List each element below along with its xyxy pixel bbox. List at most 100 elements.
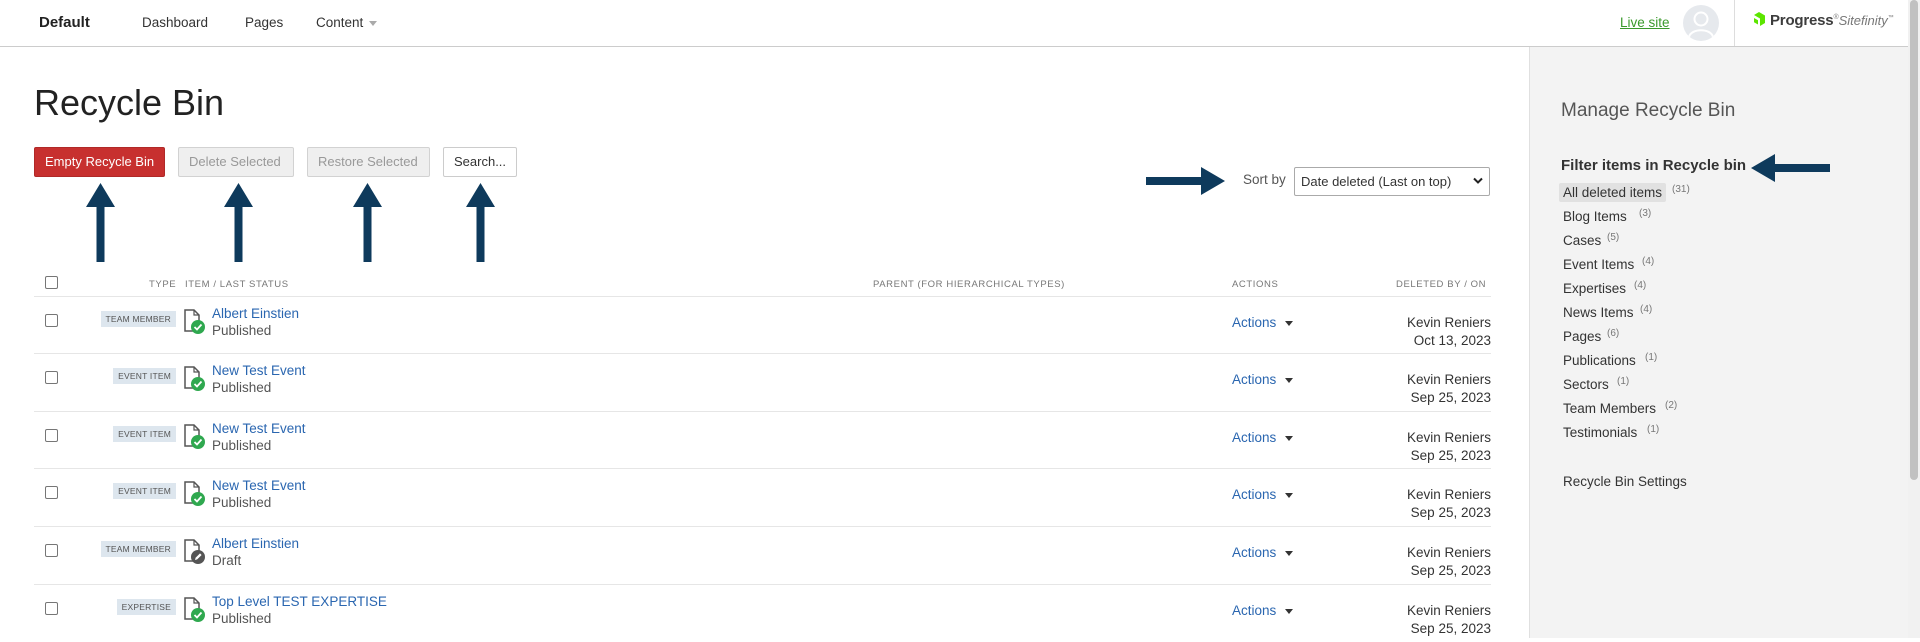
delete-selected-button[interactable]: Delete Selected: [178, 147, 294, 177]
column-header-deleted: DELETED BY / ON: [1396, 279, 1487, 290]
live-site-link[interactable]: Live site: [1620, 15, 1670, 30]
filter-expertises[interactable]: Expertises: [1559, 279, 1630, 298]
actions-dropdown[interactable]: Actions: [1232, 315, 1294, 330]
item-status: Published: [212, 495, 272, 510]
topbar-divider: [1734, 0, 1735, 46]
deleted-on: Oct 13, 2023: [1413, 333, 1491, 348]
item-title-link[interactable]: New Test Event: [212, 363, 306, 378]
type-badge: TEAM MEMBER: [100, 541, 176, 557]
type-badge: EVENT ITEM: [113, 368, 176, 384]
actions-label: Actions: [1232, 430, 1277, 445]
nav-dashboard[interactable]: Dashboard: [142, 15, 208, 30]
table-row: EVENT ITEM New Test Event Published Acti…: [34, 411, 1491, 469]
top-bar: Default Dashboard Pages Content Live sit…: [0, 0, 1908, 47]
item-title-link[interactable]: New Test Event: [212, 421, 306, 436]
published-check-icon: [184, 309, 205, 334]
column-header-parent: PARENT (FOR HIERARCHICAL TYPES): [873, 279, 1065, 290]
empty-recycle-bin-button[interactable]: Empty Recycle Bin: [34, 147, 165, 177]
row-checkbox[interactable]: [45, 429, 58, 442]
deleted-by: Kevin Reniers: [1406, 487, 1491, 502]
row-checkbox[interactable]: [45, 544, 58, 557]
item-status: Published: [212, 611, 272, 626]
item-title-link[interactable]: Albert Einstien: [212, 536, 299, 551]
table-row: TEAM MEMBER Albert Einstien Published Ac…: [34, 296, 1491, 354]
actions-label: Actions: [1232, 372, 1277, 387]
column-header-type: TYPE: [149, 279, 177, 290]
filter-testimonials[interactable]: Testimonials: [1559, 423, 1641, 442]
deleted-by: Kevin Reniers: [1406, 545, 1491, 560]
row-checkbox[interactable]: [45, 371, 58, 384]
filter-count: (2): [1665, 400, 1678, 411]
published-check-icon: [184, 597, 205, 622]
table-row: TEAM MEMBER Albert Einstien Draft Action…: [34, 526, 1491, 584]
site-selector[interactable]: Default: [39, 14, 90, 31]
deleted-on: Sep 25, 2023: [1410, 563, 1491, 578]
item-title-link[interactable]: Albert Einstien: [212, 306, 299, 321]
caret-down-icon: [1285, 608, 1294, 614]
filter-count: (1): [1645, 352, 1658, 363]
sort-select[interactable]: Date deleted (Last on top): [1294, 167, 1490, 196]
column-header-actions: ACTIONS: [1232, 279, 1279, 290]
annotation-arrow-right-icon: [1146, 167, 1225, 195]
row-checkbox[interactable]: [45, 314, 58, 327]
progress-logo-icon: [1754, 12, 1765, 26]
actions-dropdown[interactable]: Actions: [1232, 430, 1294, 445]
item-title-link[interactable]: Top Level TEST EXPERTISE: [212, 594, 387, 609]
table-row: EVENT ITEM New Test Event Published Acti…: [34, 468, 1491, 526]
brand-name: Progress: [1770, 12, 1834, 29]
select-all-checkbox[interactable]: [45, 276, 58, 289]
item-status: Draft: [212, 553, 242, 568]
annotation-arrow-up-icon: [466, 183, 495, 262]
deleted-on: Sep 25, 2023: [1410, 621, 1491, 636]
filter-team-members[interactable]: Team Members: [1559, 399, 1660, 418]
caret-down-icon: [1285, 377, 1294, 383]
annotation-arrow-up-icon: [353, 183, 382, 262]
actions-dropdown[interactable]: Actions: [1232, 487, 1294, 502]
filter-count: (4): [1634, 280, 1647, 291]
type-badge: EXPERTISE: [116, 599, 176, 615]
recycle-bin-settings-link[interactable]: Recycle Bin Settings: [1563, 474, 1687, 489]
actions-dropdown[interactable]: Actions: [1232, 545, 1294, 560]
actions-label: Actions: [1232, 545, 1277, 560]
published-check-icon: [184, 424, 205, 449]
filter-news-items[interactable]: News Items: [1559, 303, 1638, 322]
brand-product: Sitefinity: [1838, 13, 1888, 28]
filter-count: (1): [1617, 376, 1630, 387]
scrollbar-thumb[interactable]: [1910, 0, 1918, 480]
filter-publications[interactable]: Publications: [1559, 351, 1640, 370]
caret-down-icon: [1285, 492, 1294, 498]
sort-label: Sort by: [1243, 172, 1286, 187]
draft-pencil-icon: [184, 539, 205, 564]
deleted-on: Sep 25, 2023: [1410, 448, 1491, 463]
filter-count: (1): [1647, 424, 1660, 435]
item-title-link[interactable]: New Test Event: [212, 478, 306, 493]
filter-event-items[interactable]: Event Items: [1559, 255, 1638, 274]
search-button[interactable]: Search...: [443, 147, 517, 177]
caret-down-icon: [1285, 435, 1294, 441]
chevron-down-icon: [369, 20, 378, 26]
filter-count: (31): [1672, 184, 1690, 195]
table-row: EXPERTISE Top Level TEST EXPERTISE Publi…: [34, 584, 1491, 642]
actions-label: Actions: [1232, 315, 1277, 330]
filter-all-deleted-items[interactable]: All deleted items: [1559, 183, 1667, 202]
actions-dropdown[interactable]: Actions: [1232, 603, 1294, 618]
user-avatar-icon[interactable]: [1683, 5, 1719, 41]
row-checkbox[interactable]: [45, 486, 58, 499]
filter-blog-items[interactable]: Blog Items: [1559, 207, 1631, 226]
deleted-on: Sep 25, 2023: [1410, 505, 1491, 520]
actions-dropdown[interactable]: Actions: [1232, 372, 1294, 387]
restore-selected-button[interactable]: Restore Selected: [307, 147, 430, 177]
nav-content[interactable]: Content: [316, 15, 378, 30]
row-checkbox[interactable]: [45, 602, 58, 615]
filter-sectors[interactable]: Sectors: [1559, 375, 1613, 394]
sort-select-value: Date deleted (Last on top): [1301, 174, 1452, 189]
filter-title: Filter items in Recycle bin: [1561, 157, 1747, 174]
filter-pages[interactable]: Pages: [1559, 327, 1605, 346]
type-badge: EVENT ITEM: [113, 426, 176, 442]
annotation-arrow-up-icon: [224, 183, 253, 262]
filter-cases[interactable]: Cases: [1559, 231, 1605, 250]
item-status: Published: [212, 380, 272, 395]
nav-pages[interactable]: Pages: [245, 15, 283, 30]
published-check-icon: [184, 481, 205, 506]
page-title: Recycle Bin: [34, 82, 225, 123]
